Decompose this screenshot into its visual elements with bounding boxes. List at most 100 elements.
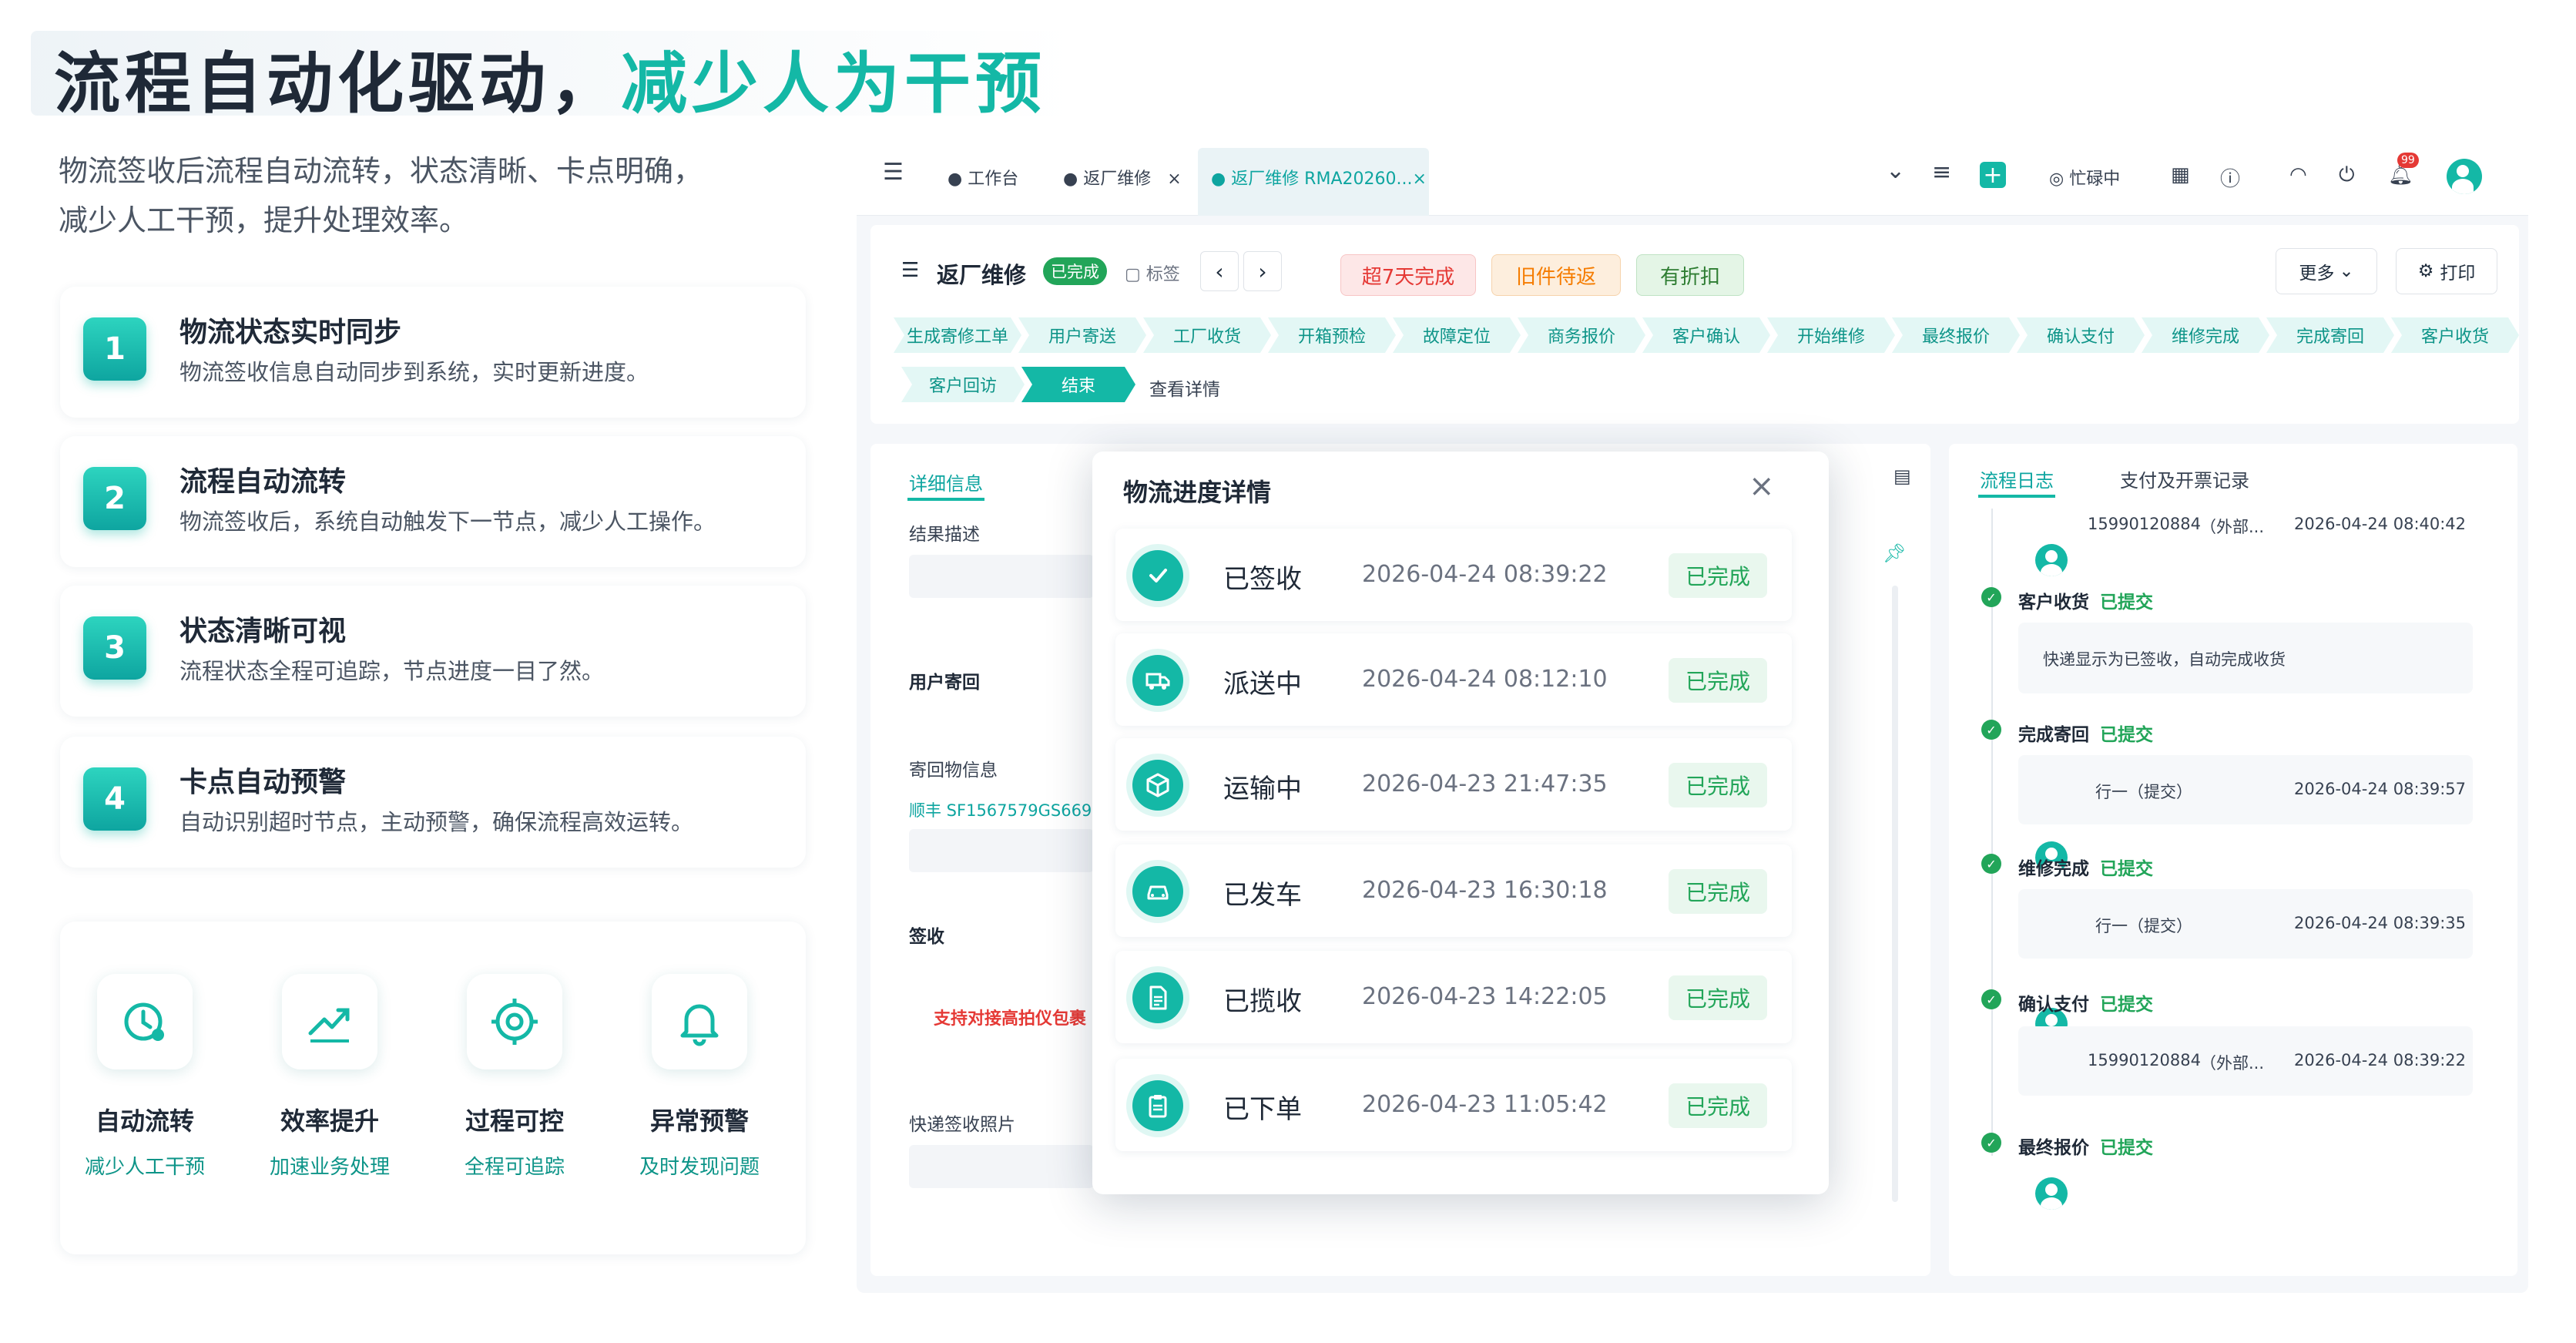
feature-title: 卡点自动预警	[179, 767, 347, 798]
status-badge: 已完成	[1043, 257, 1107, 285]
close-icon[interactable]: ×	[1412, 170, 1426, 189]
scanner-warning: 支持对接高拍仪包裹	[934, 1009, 1087, 1029]
step-7[interactable]: 客户确认	[1642, 317, 1770, 353]
step-14[interactable]: 客户回访	[901, 367, 1025, 402]
benefit-controllable: 过程可控 全程可追踪	[430, 974, 599, 1180]
clipboard-icon	[1132, 1080, 1183, 1131]
close-icon[interactable]: ×	[1167, 170, 1181, 189]
package-icon	[1132, 760, 1183, 811]
check-icon: ✓	[1981, 720, 2001, 740]
scrollbar[interactable]	[1892, 586, 1898, 1202]
log-entry-title: 最终报价 已提交	[2018, 1138, 2153, 1158]
step-4[interactable]: 开箱预检	[1268, 317, 1396, 353]
pin-icon[interactable]: 📌︎	[1883, 542, 1906, 564]
print-button[interactable]: ⚙ 打印	[2396, 248, 2497, 294]
log-entry-title: 确认支付 已提交	[2018, 995, 2153, 1015]
list-item: 已下单 2026-04-23 11:05:42 已完成	[1115, 1059, 1792, 1151]
step-3[interactable]: 工厂收货	[1143, 317, 1271, 353]
return-info-field[interactable]	[909, 829, 1094, 872]
close-icon[interactable]: ×	[1749, 468, 1775, 504]
step-11[interactable]: 维修完成	[2142, 317, 2269, 353]
log-time: 2026-04-24 08:39:35	[2294, 914, 2467, 932]
notification-badge: 99	[2397, 153, 2419, 168]
headset-icon[interactable]: ◠	[2289, 163, 2307, 186]
tab-detail[interactable]: 详细信息	[909, 468, 983, 495]
status-badge: 已完成	[1669, 869, 1767, 914]
feature-desc: 物流签收信息自动同步到系统，实时更新进度。	[179, 359, 649, 385]
next-button[interactable]: ›	[1243, 251, 1282, 291]
log-user: 15990120884	[2088, 515, 2201, 533]
calendar-icon[interactable]: ▦	[2171, 163, 2190, 186]
step-10[interactable]: 确认支付	[2017, 317, 2145, 353]
feature-card-1: 1 物流状态实时同步 物流签收信息自动同步到系统，实时更新进度。	[60, 287, 806, 418]
log-user: 行一（提交）	[2095, 917, 2192, 935]
status-badge: 已完成	[1669, 658, 1767, 703]
step-9[interactable]: 最终报价	[1892, 317, 2020, 353]
gear-icon: ⚙	[2417, 261, 2434, 281]
tab-repair[interactable]: ● 返厂维修 ×	[1063, 165, 1182, 190]
panel-toggle-icon[interactable]: ▤	[1893, 465, 1911, 487]
avatar[interactable]	[2447, 159, 2482, 194]
power-icon[interactable]: ⏻	[2339, 163, 2355, 187]
log-time: 2026-04-24 08:40:42	[2294, 515, 2467, 533]
prev-button[interactable]: ‹	[1200, 251, 1239, 291]
benefits-card: 自动流转 减少人工干预 效率提升 加速业务处理 过程可控 全程可追踪 异常预警 …	[60, 922, 806, 1254]
step-12[interactable]: 完成寄回	[2266, 317, 2394, 353]
log-user: 行一（提交）	[2095, 783, 2192, 801]
sign-label: 签收	[909, 927, 944, 947]
log-user: 15990120884	[2088, 1051, 2201, 1069]
feature-number: 1	[83, 317, 146, 381]
tag-button[interactable]: ▢ 标签	[1125, 260, 1180, 285]
tab-flow-log[interactable]: 流程日志	[1980, 465, 2054, 492]
check-icon: ✓	[1981, 989, 2001, 1009]
status-badge: 已完成	[1669, 975, 1767, 1020]
help-icon[interactable]: ⓘ	[2220, 163, 2240, 192]
list-icon[interactable]: ≡	[1932, 159, 1951, 186]
avatar	[2035, 544, 2068, 576]
check-icon	[1132, 550, 1183, 601]
step-1[interactable]: 生成寄修工单	[894, 317, 1021, 353]
log-org: （外部...	[2200, 1054, 2265, 1073]
hero-title: 流程自动化驱动，减少人为干预	[54, 45, 1046, 123]
log-note: 快递显示为已签收，自动完成收货	[2043, 650, 2286, 669]
step-8[interactable]: 开始维修	[1767, 317, 1895, 353]
tracking-link[interactable]: 顺丰 SF1567579GS669	[909, 798, 1091, 821]
logistics-modal: 物流进度详情 × 已签收 2026-04-24 08:39:22 已完成 派送中…	[1092, 452, 1829, 1194]
tag-icon: ▢	[1125, 265, 1146, 284]
step-15-current[interactable]: 结束	[1021, 367, 1135, 402]
more-button[interactable]: 更多 ⌄	[2276, 248, 2377, 294]
step-13[interactable]: 客户收货	[2391, 317, 2519, 353]
step-2[interactable]: 用户寄送	[1018, 317, 1146, 353]
chevron-down-icon[interactable]: ⌄	[1886, 157, 1905, 184]
list-item: 已揽收 2026-04-23 14:22:05 已完成	[1115, 951, 1792, 1043]
add-icon[interactable]: +	[1980, 162, 2006, 189]
benefit-auto-flow: 自动流转 减少人工干预	[60, 974, 230, 1180]
feature-card-2: 2 流程自动流转 物流签收后，系统自动触发下一节点，减少人工操作。	[60, 436, 806, 567]
result-desc-field[interactable]	[909, 555, 1094, 598]
old-part-tag: 旧件待返	[1491, 254, 1621, 296]
target-icon	[491, 999, 538, 1045]
check-icon: ✓	[1981, 854, 2001, 874]
list-item: 已签收 2026-04-24 08:39:22 已完成	[1115, 529, 1792, 621]
status-badge: 已完成	[1669, 1083, 1767, 1128]
photo-field[interactable]	[909, 1145, 1094, 1188]
tab-underline	[907, 498, 984, 501]
log-time: 2026-04-24 08:39:22	[2294, 1051, 2467, 1069]
status-indicator[interactable]: ◎ 忙碌中	[2049, 165, 2120, 190]
feature-card-3: 3 状态清晰可视 流程状态全程可追踪，节点进度一目了然。	[60, 586, 806, 717]
tab-repair-rma[interactable]: ● 返厂维修 RMA20260...×	[1211, 165, 1427, 190]
step-5[interactable]: 故障定位	[1393, 317, 1521, 353]
tab-payment-records[interactable]: 支付及开票记录	[2120, 465, 2249, 492]
feature-number: 4	[83, 767, 146, 831]
overdue-tag: 超7天完成	[1340, 254, 1476, 296]
status-icon: ◎	[2049, 170, 2070, 189]
return-info-label: 寄回物信息	[909, 760, 998, 781]
tab-workbench[interactable]: ● 工作台	[948, 165, 1018, 190]
feature-desc: 流程状态全程可追踪，节点进度一目了然。	[179, 658, 605, 684]
menu-icon[interactable]: ☰	[883, 159, 904, 186]
avatar	[2035, 1177, 2068, 1210]
step-6[interactable]: 商务报价	[1518, 317, 1645, 353]
collapse-icon[interactable]: ☰	[901, 259, 919, 282]
view-detail-link[interactable]: 查看详情	[1149, 374, 1220, 401]
modal-title: 物流进度详情	[1123, 478, 1272, 507]
